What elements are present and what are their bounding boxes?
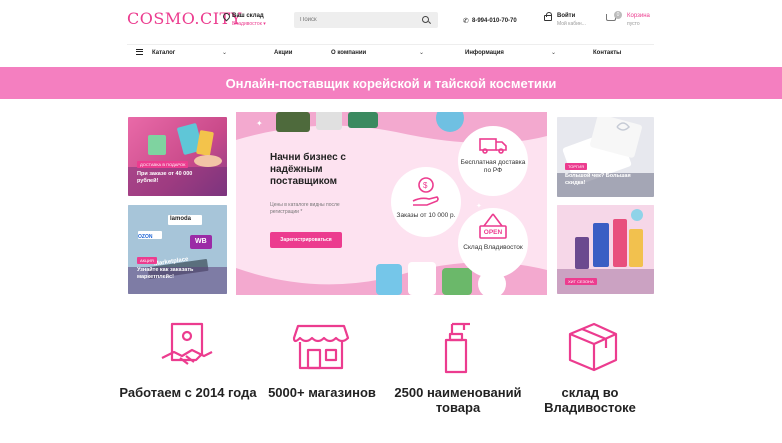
nav-item-about[interactable]: О компании <box>331 50 366 56</box>
hero-banner: ✦ ✦ ✦ Начни бизнес с надёжным поставщико… <box>236 112 547 295</box>
login-link[interactable]: Войти <box>557 13 575 19</box>
phone-icon: ✆ <box>463 18 469 25</box>
header: COSMO.CITY Ваш склад Владивосток ▾ ✆ 8-9… <box>0 0 782 40</box>
delivery-text: Бесплатная доставка по РФ <box>460 159 526 174</box>
brand-wb: WB <box>195 238 207 245</box>
tile-caption: Большой чек? Большая скидка! <box>565 173 631 186</box>
feature-text: 5000+ магазинов <box>268 385 376 400</box>
cart-count-badge: 0 <box>614 11 622 19</box>
tile-tag: ТОРГИЯ <box>565 163 587 170</box>
tile-tag: ДОСТАВКА В ПОДАРОК <box>137 161 189 168</box>
hero-subtitle: Цены в каталоге видны после регистрации … <box>270 202 340 215</box>
search-box <box>294 12 438 28</box>
promo-tile-delivery[interactable]: ДОСТАВКА В ПОДАРОК При заказе от 40 000 … <box>128 117 227 196</box>
svg-text:$: $ <box>423 181 428 190</box>
nav-item-actions[interactable]: Акции <box>274 50 292 56</box>
tile-caption: При заказе от 40 000 рублей! <box>137 171 193 184</box>
hero-title: Начни бизнес с надёжным поставщиком <box>270 152 346 187</box>
chevron-down-icon: ⌄ <box>419 50 425 56</box>
promo-tile-marketplace[interactable]: OZON lamoda WB Marketplace АКЦИЯ Узнайте… <box>128 205 227 294</box>
feature-text: 2500 наименований товара <box>394 385 522 415</box>
nav-item-contacts[interactable]: Контакты <box>593 50 621 56</box>
promo-banner: Онлайн-поставщик корейской и тайской кос… <box>0 67 782 99</box>
search-icon[interactable] <box>422 16 429 23</box>
menu-icon <box>136 48 143 56</box>
feature-text: Работаем с 2014 года <box>119 385 257 400</box>
banner-text: Онлайн-поставщик корейской и тайской кос… <box>225 76 557 91</box>
feature-text: склад во Владивостоке <box>544 385 636 415</box>
tile-caption: Узнайте как заказать маркетплейс! <box>137 267 194 280</box>
tile-tag: АКЦИЯ <box>137 257 157 264</box>
box-icon <box>568 322 618 372</box>
brand-lamoda: lamoda <box>170 216 192 222</box>
delivery-circle: Бесплатная доставка по РФ <box>458 126 528 196</box>
store-icon <box>292 324 350 370</box>
lock-icon <box>544 12 552 21</box>
warehouse-circle: OPEN Склад Владивосток <box>458 208 528 278</box>
stock-title: Ваш склад <box>232 13 264 19</box>
orders-circle: $ Заказы от 10 000 р. <box>391 167 461 237</box>
phone-number[interactable]: 8-994-010-70-70 <box>472 18 517 24</box>
chevron-down-icon: ⌄ <box>222 50 228 56</box>
cart-link[interactable]: Корзина <box>627 13 650 19</box>
main-nav: Каталог ⌄ Акции О компании ⌄ Информация … <box>127 44 654 62</box>
search-input[interactable] <box>300 15 410 25</box>
cart-status: пусто <box>627 21 640 27</box>
bottle-icon <box>444 322 470 374</box>
register-button[interactable]: Зарегистрироваться <box>270 232 342 248</box>
orders-text: Заказы от 10 000 р. <box>396 212 456 219</box>
tile-tag: ХИТ СЕЗОНА <box>565 278 597 285</box>
nav-item-catalog[interactable]: Каталог <box>152 50 175 56</box>
promo-tile-bestseller[interactable]: ХИТ СЕЗОНА <box>557 205 654 294</box>
svg-text:✦: ✦ <box>256 119 263 128</box>
money-hand-icon: $ <box>412 177 439 206</box>
chevron-down-icon: ⌄ <box>551 50 557 56</box>
stock-city-select[interactable]: Владивосток ▾ <box>232 21 266 27</box>
nav-item-info[interactable]: Информация <box>465 50 504 56</box>
brand-ozon: OZON <box>138 234 153 240</box>
login-subtitle: Мой кабин... <box>557 21 586 27</box>
warehouse-text: Склад Владивосток <box>463 244 523 251</box>
open-sign-icon <box>479 213 507 239</box>
promo-tile-discount[interactable]: ТОРГИЯ Большой чек? Большая скидка! <box>557 117 654 197</box>
handshake-icon <box>161 322 213 365</box>
open-sign-text: OPEN <box>483 229 503 236</box>
